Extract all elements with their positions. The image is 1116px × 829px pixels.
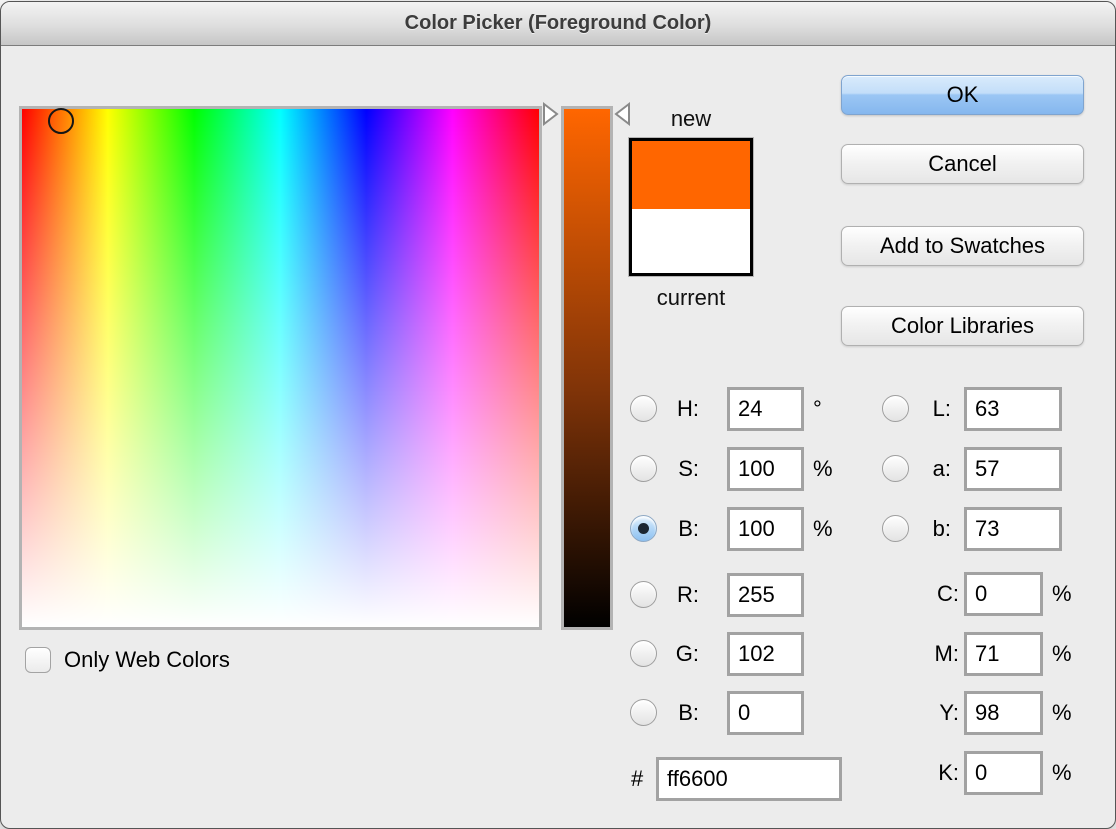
cancel-button[interactable]: Cancel — [841, 144, 1084, 184]
current-color-label: current — [626, 285, 756, 311]
lab-b-row: b: — [882, 506, 1062, 551]
black-label: K: — [882, 760, 959, 786]
green-row: G: — [630, 631, 804, 676]
red-row: R: — [630, 572, 804, 617]
brightness-unit: % — [813, 516, 833, 542]
brightness-label: B: — [659, 516, 699, 542]
magenta-unit: % — [1052, 641, 1072, 667]
color-libraries-button[interactable]: Color Libraries — [841, 306, 1084, 346]
magenta-input[interactable] — [964, 632, 1043, 676]
blue-row: B: — [630, 690, 804, 735]
only-web-colors-row: Only Web Colors — [25, 647, 230, 673]
hue-input[interactable] — [727, 387, 804, 431]
color-picker-dialog: Color Picker (Foreground Color) new curr… — [0, 1, 1116, 829]
blue-input[interactable] — [727, 691, 804, 735]
brightness-radio[interactable] — [630, 515, 657, 542]
blue-label: B: — [659, 700, 699, 726]
brightness-input[interactable] — [727, 507, 804, 551]
new-color-swatch — [632, 141, 750, 209]
brightness-slider[interactable] — [561, 106, 613, 630]
blue-radio[interactable] — [630, 699, 657, 726]
yellow-row: Y: % — [882, 690, 1072, 735]
saturation-row: S: % — [630, 446, 833, 491]
color-field-cursor-icon[interactable] — [48, 108, 74, 134]
lab-a-row: a: — [882, 446, 1062, 491]
hue-label: H: — [659, 396, 699, 422]
saturation-radio[interactable] — [630, 455, 657, 482]
yellow-unit: % — [1052, 700, 1072, 726]
brightness-row: B: % — [630, 506, 833, 551]
green-radio[interactable] — [630, 640, 657, 667]
slider-handle-left-icon[interactable] — [542, 102, 560, 126]
hex-input[interactable] — [656, 757, 842, 801]
lab-a-radio[interactable] — [882, 455, 909, 482]
color-field[interactable] — [19, 106, 542, 630]
add-to-swatches-button[interactable]: Add to Swatches — [841, 226, 1084, 266]
only-web-colors-label: Only Web Colors — [64, 647, 230, 673]
cyan-row: C: % — [882, 571, 1072, 616]
saturation-unit: % — [813, 456, 833, 482]
cyan-label: C: — [882, 581, 959, 607]
lab-l-row: L: — [882, 386, 1062, 431]
hue-radio[interactable] — [630, 395, 657, 422]
new-color-label: new — [626, 106, 756, 132]
current-color-swatch[interactable] — [632, 209, 750, 273]
black-unit: % — [1052, 760, 1072, 786]
color-swatch — [629, 138, 753, 276]
red-radio[interactable] — [630, 581, 657, 608]
hex-label: # — [631, 766, 653, 792]
lab-l-label: L: — [911, 396, 951, 422]
only-web-colors-checkbox[interactable] — [25, 647, 51, 673]
black-input[interactable] — [964, 751, 1043, 795]
lab-b-label: b: — [911, 516, 951, 542]
green-input[interactable] — [727, 632, 804, 676]
lab-b-radio[interactable] — [882, 515, 909, 542]
yellow-label: Y: — [882, 700, 959, 726]
radio-dot-icon — [638, 523, 649, 534]
red-label: R: — [659, 582, 699, 608]
lab-a-label: a: — [911, 456, 951, 482]
cyan-unit: % — [1052, 581, 1072, 607]
red-input[interactable] — [727, 573, 804, 617]
black-row: K: % — [882, 750, 1072, 795]
lab-l-radio[interactable] — [882, 395, 909, 422]
magenta-row: M: % — [882, 631, 1072, 676]
saturation-label: S: — [659, 456, 699, 482]
saturation-input[interactable] — [727, 447, 804, 491]
hex-row: # — [631, 756, 842, 801]
title-bar[interactable]: Color Picker (Foreground Color) — [1, 2, 1115, 46]
lab-a-input[interactable] — [964, 447, 1062, 491]
magenta-label: M: — [882, 641, 959, 667]
dialog-title: Color Picker (Foreground Color) — [405, 12, 712, 35]
hue-row: H: ° — [630, 386, 822, 431]
green-label: G: — [659, 641, 699, 667]
cyan-input[interactable] — [964, 572, 1043, 616]
hue-unit: ° — [813, 396, 822, 422]
yellow-input[interactable] — [964, 691, 1043, 735]
lab-l-input[interactable] — [964, 387, 1062, 431]
lab-b-input[interactable] — [964, 507, 1062, 551]
ok-button[interactable]: OK — [841, 75, 1084, 115]
